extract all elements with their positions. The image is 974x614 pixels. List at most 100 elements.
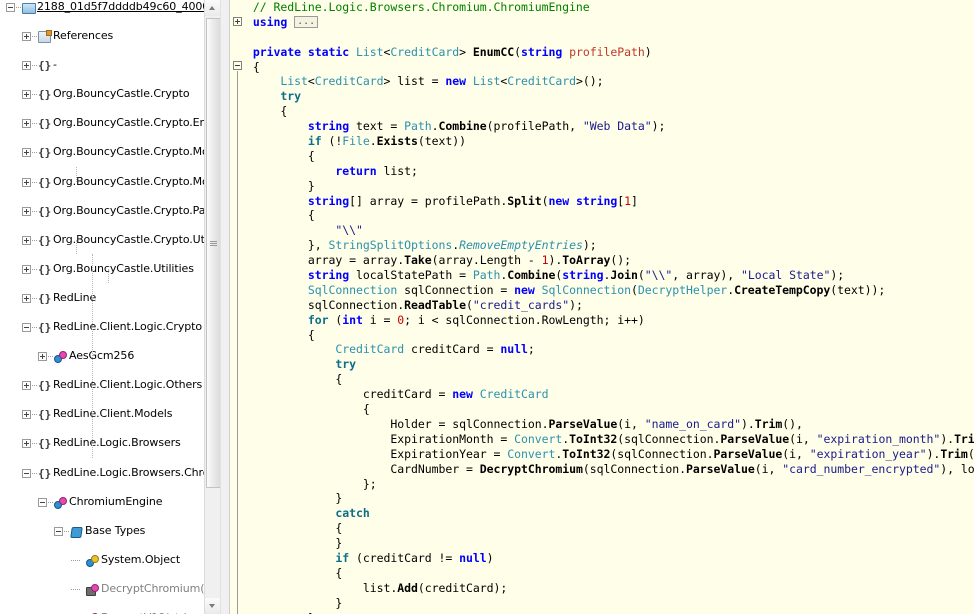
tree-node[interactable]: {} RedLine.Logic.Browsers bbox=[0, 436, 220, 451]
tree-node[interactable]: {} - bbox=[0, 58, 220, 73]
tree-node[interactable]: {} Org.BouncyCastle.Crypto bbox=[0, 87, 220, 102]
collapse-node-icon[interactable] bbox=[54, 526, 63, 536]
fold-collapse-method-icon[interactable] bbox=[233, 61, 242, 70]
expand-node-icon[interactable] bbox=[22, 90, 31, 100]
scroll-down-button[interactable] bbox=[205, 598, 220, 614]
tree-node[interactable]: {} RedLine.Client.Models bbox=[0, 407, 220, 422]
assembly-tree[interactable]: 2188_01d5f7ddddb49c60_400000 (1.0.0.0) Re… bbox=[0, 0, 220, 614]
class-icon-yellow bbox=[86, 554, 99, 567]
tree-node[interactable]: {} Org.BouncyCastle.Crypto.Modes bbox=[0, 145, 220, 160]
tree-connector bbox=[32, 443, 37, 445]
expand-node-icon[interactable] bbox=[38, 352, 47, 362]
code-line: list.Add(creditCard); bbox=[362, 580, 508, 595]
decompiler-window: 2188_01d5f7ddddb49c60_400000 (1.0.0.0) Re… bbox=[0, 0, 974, 614]
expand-node-icon[interactable] bbox=[22, 381, 31, 391]
expand-node-icon[interactable] bbox=[22, 61, 31, 71]
scrollbar-grip-icon bbox=[210, 241, 217, 246]
tree-node[interactable]: {} Org.BouncyCastle.Crypto.Utilities bbox=[0, 233, 220, 248]
tree-node[interactable]: {} RedLine bbox=[0, 291, 220, 306]
expand-node-icon[interactable] bbox=[22, 410, 31, 420]
code-line: ExpirationMonth = Convert.ToInt32(sqlCon… bbox=[390, 431, 974, 446]
code-line: { bbox=[246, 327, 315, 342]
code-text[interactable]: // RedLine.Logic.Browsers.Chromium.Chrom… bbox=[246, 0, 974, 614]
expand-node-icon[interactable] bbox=[22, 32, 31, 42]
tree-node-label: RedLine.Logic.Browsers bbox=[53, 436, 181, 450]
scrollbar-thumb[interactable] bbox=[206, 18, 220, 488]
tree-connector bbox=[48, 356, 53, 358]
tree-node-label: RedLine.Client.Logic.Others bbox=[53, 378, 203, 392]
collapse-node-icon[interactable] bbox=[22, 323, 31, 333]
namespace-icon: {} bbox=[38, 146, 52, 160]
code-line: sqlConnection.ReadTable("credit_cards"); bbox=[307, 297, 583, 312]
code-line: private static List<CreditCard> EnumCC(s… bbox=[252, 44, 652, 59]
tree-guide-line bbox=[108, 268, 110, 284]
tree-node[interactable]: {}Org.BouncyCastle.Crypto.Parameters bbox=[0, 204, 220, 219]
code-line: Holder = sqlConnection.ParseValue(i, "na… bbox=[390, 416, 803, 431]
tree-connector bbox=[32, 181, 37, 184]
method-icon bbox=[86, 583, 99, 596]
code-line: "\\" bbox=[335, 223, 363, 238]
assembly-tree-pane[interactable]: 2188_01d5f7ddddb49c60_400000 (1.0.0.0) Re… bbox=[0, 0, 220, 614]
tree-node[interactable]: References bbox=[0, 29, 220, 44]
tree-node-label: RedLine.Logic.Browsers.Chromium bbox=[53, 465, 220, 479]
tree-connector bbox=[32, 297, 37, 300]
expand-node-icon[interactable] bbox=[22, 439, 31, 449]
code-line: List<CreditCard> list = new List<CreditC… bbox=[280, 74, 604, 89]
tree-node[interactable]: {} RedLine.Client.Logic.Crypto bbox=[0, 320, 220, 335]
code-line: string localStatePath = Path.Combine(str… bbox=[307, 268, 845, 283]
tree-node-label: - bbox=[53, 58, 57, 72]
tree-node[interactable]: ChromiumEngine bbox=[0, 495, 220, 510]
expand-node-icon[interactable] bbox=[22, 264, 31, 274]
tree-node[interactable]: {} RedLine.Client.Logic.Others bbox=[0, 378, 220, 393]
tree-node[interactable]: {} Org.BouncyCastle.Utilities bbox=[0, 262, 220, 277]
expand-node-icon[interactable] bbox=[22, 177, 31, 187]
namespace-icon: {} bbox=[38, 408, 52, 422]
tree-connector bbox=[32, 327, 37, 329]
namespace-icon: {} bbox=[38, 466, 52, 480]
code-line: { bbox=[246, 208, 315, 223]
code-line: CreditCard creditCard = null; bbox=[335, 342, 535, 357]
namespace-icon: {} bbox=[38, 204, 52, 218]
tree-connector bbox=[32, 123, 37, 125]
expand-node-icon[interactable] bbox=[22, 206, 31, 216]
tree-guide-line bbox=[76, 167, 78, 182]
code-fold-gutter[interactable] bbox=[230, 0, 246, 614]
code-line: { bbox=[246, 148, 315, 163]
tree-node[interactable]: AesGcm256 bbox=[0, 349, 220, 364]
fold-expand-using-icon[interactable] bbox=[233, 17, 242, 26]
code-line: { bbox=[246, 521, 343, 536]
scroll-up-button[interactable] bbox=[205, 0, 220, 16]
collapse-node-icon[interactable] bbox=[6, 3, 15, 12]
code-line: if (creditCard != null) bbox=[335, 550, 494, 565]
tree-node[interactable]: {} Org.BouncyCastle.Crypto.Engines bbox=[0, 116, 220, 131]
tree-node-label: Org.BouncyCastle.Utilities bbox=[53, 261, 194, 275]
collapse-node-icon[interactable] bbox=[22, 468, 31, 478]
tree-vertical-scrollbar[interactable] bbox=[204, 0, 220, 614]
collapse-node-icon[interactable] bbox=[38, 497, 47, 507]
tree-node[interactable]: {}RedLine.Logic.Browsers.Chromium bbox=[0, 466, 220, 481]
collapsed-usings-box[interactable]: ... bbox=[294, 16, 319, 29]
decompiled-code-pane[interactable]: // RedLine.Logic.Browsers.Chromium.Chrom… bbox=[230, 0, 974, 614]
tree-root-node[interactable]: 2188_01d5f7ddddb49c60_400000 (1.0.0.0) bbox=[0, 0, 220, 15]
code-line: { bbox=[246, 565, 343, 580]
class-icon bbox=[54, 351, 67, 364]
namespace-icon: {} bbox=[38, 379, 52, 393]
tree-node[interactable]: {}Org.BouncyCastle.Crypto.Modes.Gcm bbox=[0, 175, 220, 190]
tree-node[interactable]: DecryptChromium(string, string) : bbox=[0, 582, 220, 597]
tree-connector bbox=[32, 472, 37, 475]
assembly-icon bbox=[22, 3, 36, 14]
tree-connector bbox=[32, 65, 37, 67]
tree-node-label: System.Object bbox=[101, 552, 181, 566]
code-line: CardNumber = DecryptChromium(sqlConnecti… bbox=[390, 461, 974, 476]
tree-connector bbox=[64, 530, 69, 533]
tree-node[interactable]: System.Object bbox=[0, 553, 220, 568]
pane-splitter[interactable] bbox=[220, 0, 230, 614]
expand-node-icon[interactable] bbox=[22, 293, 31, 303]
tree-node-label: DecryptChromium(string, string) : bbox=[101, 581, 220, 595]
namespace-icon: {} bbox=[38, 117, 52, 131]
expand-node-icon[interactable] bbox=[22, 119, 31, 129]
tree-node-label: RedLine.Client.Models bbox=[53, 407, 173, 421]
tree-node[interactable]: Base Types bbox=[0, 524, 220, 539]
expand-node-icon[interactable] bbox=[22, 235, 31, 245]
expand-node-icon[interactable] bbox=[22, 148, 31, 158]
